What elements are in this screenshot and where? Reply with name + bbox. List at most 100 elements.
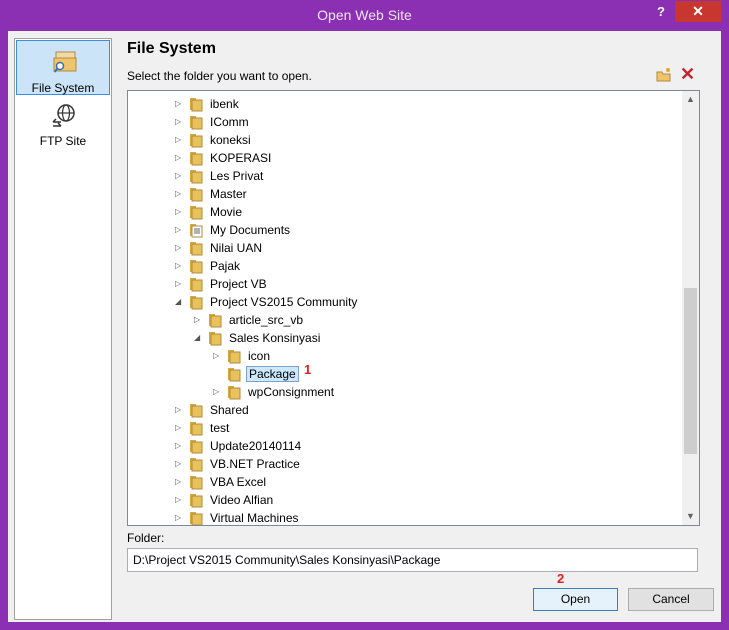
folder-icon [190,260,203,274]
cancel-button[interactable]: Cancel [628,588,714,611]
tree-row-label: Virtual Machines [210,511,299,525]
tree-row[interactable]: ▷ koneksi [175,131,575,149]
folder-tree[interactable]: ▷ Virtual Machines ▷ Video Alfian ▷ VBA Excel… [127,90,700,526]
expand-arrow-icon[interactable]: ▷ [175,117,184,126]
expand-arrow-icon[interactable]: ▷ [213,351,222,360]
expand-arrow-icon[interactable]: ▷ [175,207,184,216]
nav-item-file-system[interactable]: File System [16,40,110,95]
folder-icon [190,98,203,112]
folder-icon [228,386,241,400]
delete-icon[interactable]: ✕ [680,65,696,83]
tree-row[interactable]: ◢ Sales Konsinyasi [194,329,594,347]
globe-icon [52,104,75,127]
new-folder-icon[interactable] [656,67,672,83]
expand-arrow-icon[interactable]: ▷ [175,243,184,252]
tree-row[interactable]: ▷ My Documents [175,221,575,239]
title-bar[interactable]: Open Web Site ? ✕ [0,0,729,32]
help-button[interactable]: ? [657,4,669,24]
tree-row-label: article_src_vb [229,313,304,327]
expand-arrow-icon[interactable]: ▷ [194,315,203,324]
tree-row[interactable]: ▷ VB.NET Practice [175,455,575,473]
expand-arrow-icon[interactable]: ▷ [175,135,184,144]
page-title: File System [127,40,216,57]
expand-arrow-icon[interactable]: ▷ [175,279,184,288]
folder-icon [190,134,203,148]
tree-row[interactable]: ▷ Les Privat [175,167,575,185]
close-button[interactable]: ✕ [675,1,721,22]
nav-item-label: File System [31,81,95,95]
tree-row[interactable]: ▷ KOPERASI [175,149,575,167]
tree-row-label: Nilai UAN [210,241,263,255]
tree-row[interactable]: ▷ Pajak [175,257,575,275]
scroll-up-icon[interactable]: ▲ [682,91,699,108]
collapse-arrow-icon[interactable]: ◢ [194,333,203,342]
tree-row-label: IComm [210,115,249,129]
tree-row[interactable]: ▷ Project VB [175,275,575,293]
expand-arrow-icon[interactable]: ▷ [175,513,184,522]
expand-arrow-icon[interactable]: ▷ [175,405,184,414]
tree-row[interactable]: ▷ IComm [175,113,575,131]
documents-folder-icon [190,224,203,238]
expand-arrow-icon[interactable]: ▷ [175,153,184,162]
tree-row[interactable]: ▷ Movie [175,203,575,221]
expand-arrow-icon[interactable]: ▷ [175,189,184,198]
vertical-scrollbar[interactable]: ▲ ▼ [682,91,699,525]
tree-row[interactable]: ▷ ibenk [175,95,575,113]
expand-arrow-icon[interactable]: ▷ [213,387,222,396]
expand-arrow-icon[interactable]: ▷ [175,459,184,468]
expand-arrow-icon[interactable]: ▷ [175,171,184,180]
folder-icon [190,422,203,436]
folder-icon [190,458,203,472]
expand-arrow-icon[interactable]: ▷ [175,225,184,234]
tree-row-label: Package [246,366,299,382]
location-nav: File System FTP Site [14,38,112,620]
tree-row-label: Project VB [210,277,267,291]
folder-icon [190,296,203,310]
tree-row[interactable]: ▷ VBA Excel [175,473,575,491]
collapse-arrow-icon[interactable]: ◢ [175,297,184,306]
expand-arrow-icon[interactable]: ▷ [175,495,184,504]
tree-row[interactable]: ▷ icon [213,347,613,365]
tree-row[interactable]: ▷ wpConsignment [213,383,613,401]
folder-icon [190,512,203,525]
tree-row[interactable]: ▷ Master [175,185,575,203]
scroll-down-icon[interactable]: ▼ [682,508,699,525]
tree-row[interactable]: ▷ Shared [175,401,575,419]
tree-row[interactable]: ▷ Virtual Machines [175,509,575,525]
nav-item-ftp-site[interactable]: FTP Site [16,95,110,150]
folder-icon [190,476,203,490]
folder-icon [228,350,241,364]
tree-row-label: ibenk [210,97,239,111]
expand-arrow-icon[interactable]: ▷ [175,423,184,432]
folder-icon [190,404,203,418]
folder-icon [190,170,203,184]
tree-row[interactable]: ▷ article_src_vb [194,311,594,329]
tree-row-label: Pajak [210,259,241,273]
annotation-2: 2 [557,571,565,586]
open-button[interactable]: Open [533,588,618,611]
folder-path-input[interactable] [127,548,698,572]
tree-row-label: icon [248,349,271,363]
window-title: Open Web Site [317,7,412,23]
scroll-thumb[interactable] [684,288,697,454]
tree-row-label: Update20140114 [210,439,302,453]
tree-row-label: Les Privat [210,169,264,183]
tree-row[interactable]: ▷ Video Alfian [175,491,575,509]
tree-row[interactable]: Package [213,365,613,383]
tree-row-label: Shared [210,403,249,417]
tree-row[interactable]: ▷ Nilai UAN [175,239,575,257]
tree-row-label: My Documents [210,223,291,237]
expand-arrow-icon[interactable]: ▷ [175,441,184,450]
expand-arrow-icon[interactable]: ▷ [175,261,184,270]
tree-row[interactable]: ▷ test [175,419,575,437]
tree-row[interactable]: ◢ Project VS2015 Community [175,293,575,311]
folder-icon [209,332,222,346]
expand-arrow-icon[interactable]: ▷ [175,99,184,108]
tree-row[interactable]: ▷ Update20140114 [175,437,575,455]
expand-arrow-icon[interactable]: ▷ [175,477,184,486]
folder-icon [190,440,203,454]
folder-icon [190,116,203,130]
tree-row-label: Video Alfian [210,493,274,507]
tree-row-label: KOPERASI [210,151,272,165]
dialog-window: Open Web Site ? ✕ File System FTP Site F… [0,0,729,630]
